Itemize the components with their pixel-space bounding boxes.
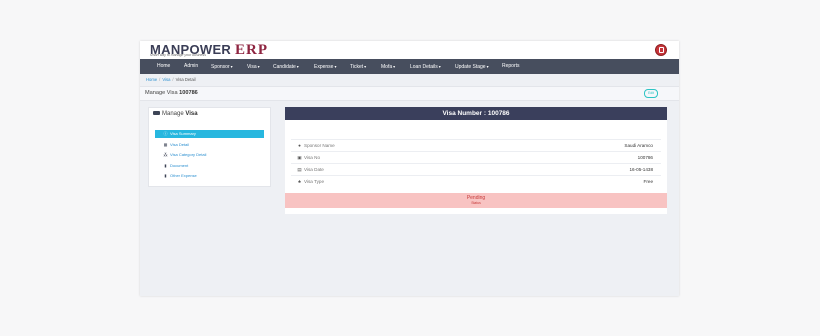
nav-reports[interactable]: Reports (502, 59, 520, 74)
book-icon: ▮ (164, 163, 167, 168)
sitemap-icon: ⁂ (163, 152, 168, 157)
sidebar-title: Manage Visa (153, 111, 198, 117)
page-title: Manage Visa 100786 (145, 90, 198, 96)
nav-update-stage[interactable]: Update Stage▾ (455, 59, 489, 74)
nav-visa[interactable]: Visa▾ (247, 59, 260, 74)
visa-date-value: 16-05-1438 (629, 167, 654, 172)
sidebar-item-document[interactable]: ▮ Document (155, 162, 264, 170)
page-header: Manage Visa 100786 Edit (140, 86, 679, 101)
logo-tagline: smart way to manage your business (150, 53, 207, 57)
visa-summary-panel: Visa Number : 100786 ● Sponsor Name Saudi… (285, 107, 667, 214)
breadcrumb-current: Visa Detail (175, 77, 196, 82)
chevron-down-icon: ▾ (257, 64, 260, 69)
calendar-icon: ▤ (297, 167, 302, 172)
visa-type-value: Free (643, 179, 653, 184)
breadcrumb-visa[interactable]: Visa (162, 77, 170, 82)
sidebar-item-visa-category-detail[interactable]: ⁂ Visa Category Detail (155, 151, 264, 159)
status-value: Pending (466, 195, 486, 201)
card-icon (153, 111, 160, 116)
detail-row-visa-type: ♣ Visa Type Free (291, 175, 661, 188)
nav-home[interactable]: Home (157, 59, 170, 74)
nav-candidate[interactable]: Candidate▾ (273, 59, 299, 74)
visa-no-value: 100786 (637, 155, 653, 160)
chevron-down-icon: ▾ (230, 64, 233, 69)
breadcrumb-home[interactable]: Home (146, 77, 157, 82)
panel-heading: Visa Number : 100786 (285, 107, 667, 120)
edit-button[interactable]: Edit (644, 89, 658, 98)
chevron-down-icon: ▾ (334, 64, 337, 69)
page-title-visa-no: 100786 (179, 90, 198, 96)
sidebar: Manage Visa ⓘ Visa Summary ▦ Visa Detail ⁂… (148, 107, 271, 187)
book-icon: ▮ (164, 173, 167, 178)
nav-admin[interactable]: Admin (184, 59, 198, 74)
breadcrumb: Home / Visa / Visa Detail (146, 77, 196, 82)
logout-power-icon[interactable] (655, 44, 667, 56)
status-label: Status (471, 201, 481, 205)
app-window: MANPOWER ERP smart way to manage your bu… (140, 41, 679, 296)
table-icon: ▦ (163, 142, 168, 147)
logo-erp-text: ERP (235, 42, 269, 58)
status-banner: Pending Status (285, 193, 667, 208)
id-card-icon: ▣ (297, 155, 302, 160)
sidebar-item-visa-detail[interactable]: ▦ Visa Detail (155, 141, 264, 149)
chevron-down-icon: ▾ (438, 64, 441, 69)
sidebar-item-other-expense[interactable]: ▮ Other Expense (155, 172, 264, 180)
group-icon: ♣ (297, 179, 301, 184)
chevron-down-icon: ▾ (486, 64, 489, 69)
breadcrumb-separator: / (159, 77, 161, 82)
info-icon: ⓘ (163, 131, 168, 136)
nav-mofa[interactable]: Mofa▾ (381, 59, 395, 74)
user-icon: ● (298, 143, 301, 148)
nav-loan-details[interactable]: Loan Details▾ (410, 59, 441, 74)
sponsor-name-value: Saudi Aramco (624, 143, 653, 148)
main-nav: Home Admin Sponsor▾ Visa▾ Candidate▾ Exp… (140, 59, 679, 74)
nav-sponsor[interactable]: Sponsor▾ (211, 59, 233, 74)
chevron-down-icon: ▾ (393, 64, 396, 69)
nav-ticket[interactable]: Ticket▾ (350, 59, 366, 74)
nav-expense[interactable]: Expense▾ (314, 59, 336, 74)
top-bar: MANPOWER ERP smart way to manage your bu… (140, 41, 679, 59)
chevron-down-icon: ▾ (296, 64, 299, 69)
sidebar-item-visa-summary[interactable]: ⓘ Visa Summary (155, 130, 264, 138)
chevron-down-icon: ▾ (364, 64, 367, 69)
breadcrumb-separator: / (172, 77, 174, 82)
